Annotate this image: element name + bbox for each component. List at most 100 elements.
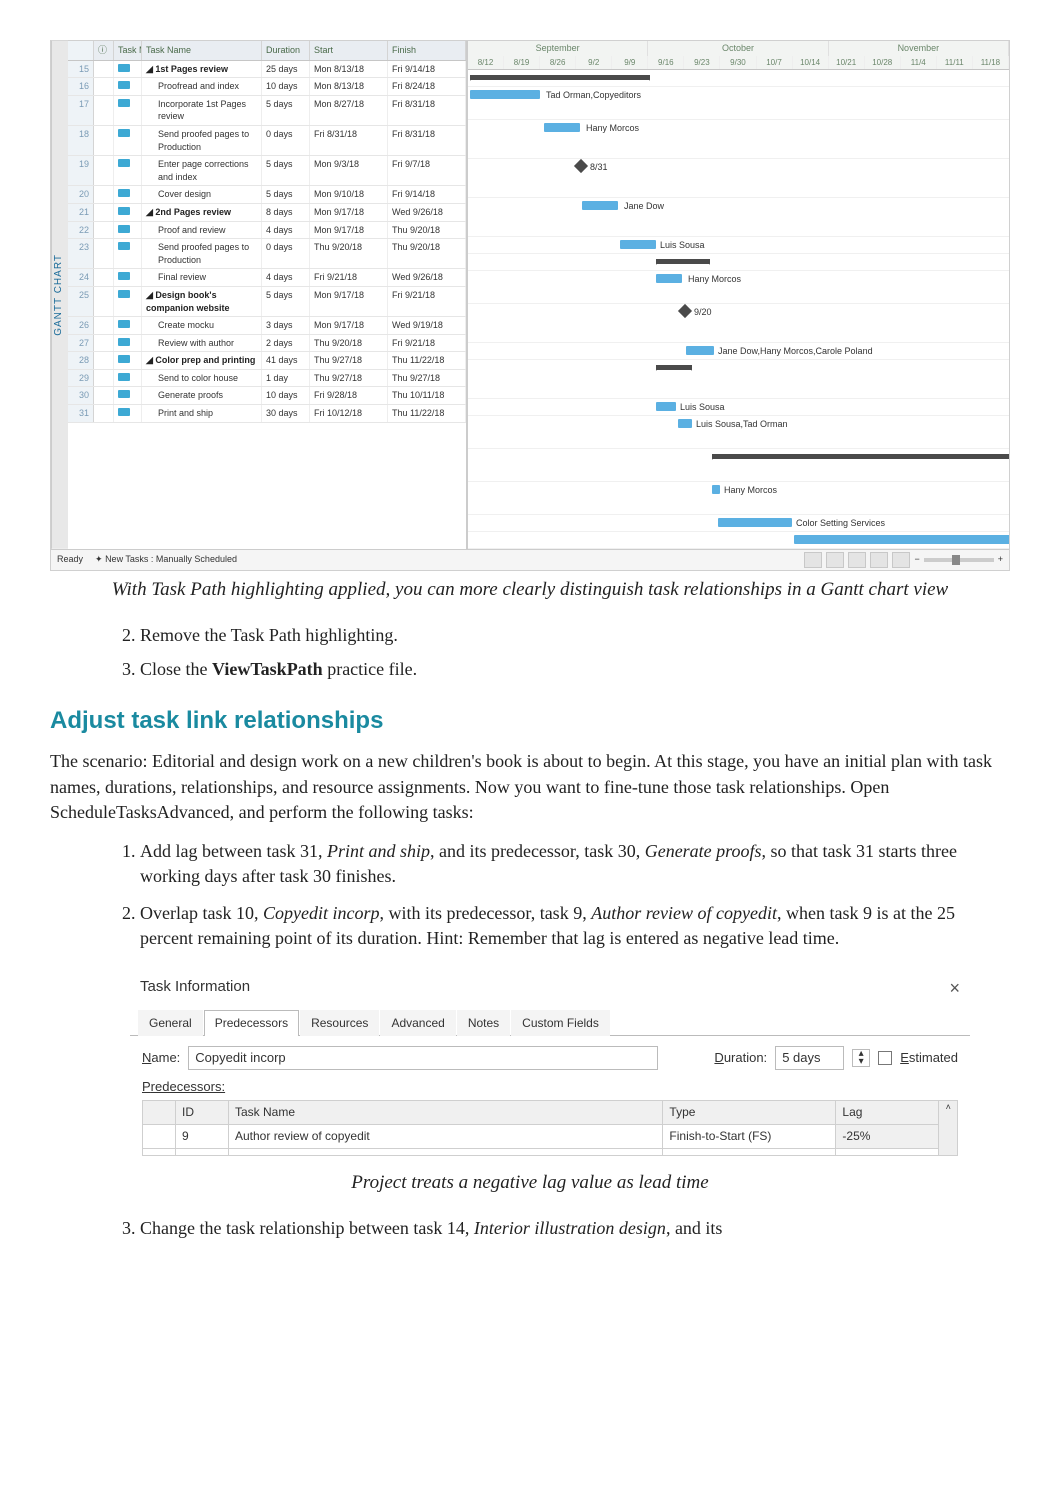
- task-bar[interactable]: [718, 518, 792, 527]
- table-row[interactable]: 16Proofread and index10 daysMon 8/13/18F…: [68, 78, 466, 96]
- table-row[interactable]: 20Cover design5 daysMon 9/10/18Fri 9/14/…: [68, 186, 466, 204]
- table-row[interactable]: 25◢ Design book's companion website5 day…: [68, 287, 466, 317]
- task-bar[interactable]: [470, 90, 540, 99]
- step-3: Close the ViewTaskPath practice file.: [140, 657, 1010, 682]
- milestone-icon[interactable]: [678, 304, 692, 318]
- summary-bar[interactable]: [656, 259, 710, 264]
- cell-lag[interactable]: -25%: [836, 1124, 939, 1148]
- bar-label: Hany Morcos: [586, 122, 639, 135]
- task-mode-icon: [118, 390, 130, 398]
- task-mode-icon: [118, 207, 130, 215]
- gantt-bar-row: [468, 70, 1009, 87]
- estimated-checkbox[interactable]: [878, 1051, 892, 1065]
- task-mode-icon: [118, 64, 130, 72]
- task-bar[interactable]: [656, 402, 676, 411]
- predecessors-table[interactable]: ID Task Name Type Lag 9 Author review of…: [142, 1100, 939, 1156]
- col-taskname: Task Name: [229, 1101, 663, 1125]
- task-mode-icon: [118, 159, 130, 167]
- dialog-tabs: GeneralPredecessorsResourcesAdvancedNote…: [130, 1009, 970, 1036]
- col-duration[interactable]: Duration: [262, 41, 310, 60]
- cell-type[interactable]: Finish-to-Start (FS): [663, 1124, 836, 1148]
- step-c3: Change the task relationship between tas…: [140, 1216, 1010, 1241]
- table-row[interactable]: 24Final review4 daysFri 9/21/18Wed 9/26/…: [68, 269, 466, 287]
- scrollbar[interactable]: ˄: [939, 1100, 958, 1156]
- view-btn-2[interactable]: [826, 552, 844, 568]
- task-bar[interactable]: [794, 535, 1009, 544]
- view-btn-4[interactable]: [870, 552, 888, 568]
- table-row[interactable]: 9 Author review of copyedit Finish-to-St…: [143, 1124, 939, 1148]
- tab-custom-fields[interactable]: Custom Fields: [511, 1010, 610, 1036]
- duration-field[interactable]: 5 days: [775, 1046, 844, 1070]
- table-row[interactable]: 18Send proofed pages to Production0 days…: [68, 126, 466, 156]
- bar-label: Jane Dow,Hany Morcos,Carole Poland: [718, 345, 873, 358]
- table-row[interactable]: 28◢ Color prep and printing41 daysThu 9/…: [68, 352, 466, 370]
- zoom-plus[interactable]: +: [998, 553, 1003, 566]
- step-b1: Add lag between task 31, Print and ship,…: [140, 839, 1010, 889]
- summary-bar[interactable]: [712, 454, 1009, 459]
- table-row[interactable]: 17Incorporate 1st Pages review5 daysMon …: [68, 96, 466, 126]
- col-finish[interactable]: Finish: [388, 41, 466, 60]
- tab-notes[interactable]: Notes: [457, 1010, 510, 1036]
- step-b2: Overlap task 10, Copyedit incorp, with i…: [140, 901, 1010, 951]
- gantt-table-header: ⓘ Task Mode Task Name Duration Start Fin…: [68, 41, 466, 61]
- close-icon[interactable]: ×: [949, 976, 960, 1001]
- task-mode-icon: [118, 290, 130, 298]
- bar-label: Luis Sousa,Tad Orman: [696, 418, 788, 431]
- summary-bar[interactable]: [656, 365, 692, 370]
- table-row[interactable]: 23Send proofed pages to Production0 days…: [68, 239, 466, 269]
- gantt-sidebar-label: GANTT CHART: [51, 41, 68, 549]
- table-row[interactable]: 31Print and ship30 daysFri 10/12/18Thu 1…: [68, 405, 466, 423]
- table-row[interactable]: 22Proof and review4 daysMon 9/17/18Thu 9…: [68, 222, 466, 240]
- col-lag: Lag: [836, 1101, 939, 1125]
- duration-stepper[interactable]: ▴▾: [852, 1049, 870, 1067]
- task-mode-icon: [118, 81, 130, 89]
- view-btn-1[interactable]: [804, 552, 822, 568]
- task-bar[interactable]: [620, 240, 656, 249]
- cell-name[interactable]: Author review of copyedit: [229, 1124, 663, 1148]
- view-btn-5[interactable]: [892, 552, 910, 568]
- task-mode-icon: [118, 189, 130, 197]
- zoom-minus[interactable]: −: [914, 553, 919, 566]
- task-bar[interactable]: [544, 123, 580, 132]
- tab-advanced[interactable]: Advanced: [380, 1010, 455, 1036]
- task-mode-icon: [118, 99, 130, 107]
- summary-bar[interactable]: [470, 75, 650, 80]
- view-btn-3[interactable]: [848, 552, 866, 568]
- task-bar[interactable]: [582, 201, 618, 210]
- tab-general[interactable]: General: [138, 1010, 203, 1036]
- col-start[interactable]: Start: [310, 41, 388, 60]
- name-field[interactable]: Copyedit incorp: [188, 1046, 658, 1070]
- gantt-bar-row: [468, 360, 1009, 399]
- task-mode-icon: [118, 320, 130, 328]
- zoom-slider[interactable]: [924, 558, 994, 562]
- task-bar[interactable]: [678, 419, 692, 428]
- figure-caption-2: Project treats a negative lag value as l…: [90, 1170, 970, 1197]
- milestone-icon[interactable]: [574, 159, 588, 173]
- bar-label: Hany Morcos: [688, 273, 741, 286]
- table-row[interactable]: 29Send to color house1 dayThu 9/27/18Thu…: [68, 370, 466, 388]
- task-bar[interactable]: [712, 485, 720, 494]
- task-bar[interactable]: [686, 346, 714, 355]
- table-row[interactable]: 30Generate proofs10 daysFri 9/28/18Thu 1…: [68, 387, 466, 405]
- bar-label: Tad Orman,Copyeditors: [546, 89, 641, 102]
- task-bar[interactable]: [656, 274, 682, 283]
- gantt-bar-row: [468, 254, 1009, 271]
- table-row[interactable]: 21◢ 2nd Pages review8 daysMon 9/17/18Wed…: [68, 204, 466, 222]
- tab-resources[interactable]: Resources: [300, 1010, 379, 1036]
- table-row[interactable]: 19Enter page corrections and index5 days…: [68, 156, 466, 186]
- bar-label: 8/31: [590, 161, 608, 174]
- col-task-name[interactable]: Task Name: [142, 41, 262, 60]
- duration-label: Duration:: [714, 1049, 767, 1067]
- steps-list-a: Remove the Task Path highlighting. Close…: [50, 623, 1010, 681]
- tab-predecessors[interactable]: Predecessors: [204, 1010, 299, 1036]
- col-task-mode[interactable]: Task Mode: [114, 41, 142, 60]
- status-bar: Ready ✦ New Tasks : Manually Scheduled −…: [51, 549, 1009, 570]
- cell-id[interactable]: 9: [176, 1124, 229, 1148]
- table-row[interactable]: 15◢ 1st Pages review25 daysMon 8/13/18Fr…: [68, 61, 466, 79]
- figure-caption-1: With Task Path highlighting applied, you…: [90, 577, 970, 604]
- table-row[interactable]: 27Review with author2 daysThu 9/20/18Fri…: [68, 335, 466, 353]
- table-row[interactable]: [143, 1148, 939, 1155]
- bar-label: Luis Sousa: [680, 401, 725, 414]
- table-row[interactable]: 26Create mocku3 daysMon 9/17/18Wed 9/19/…: [68, 317, 466, 335]
- predecessors-label: Predecessors:: [142, 1078, 958, 1096]
